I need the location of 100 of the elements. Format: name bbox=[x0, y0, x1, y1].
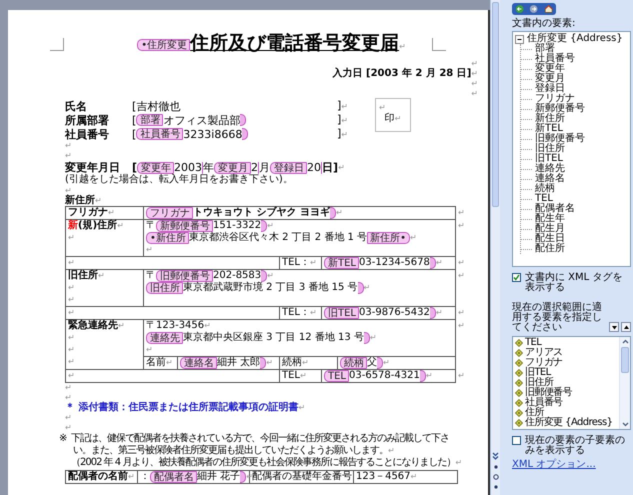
document-text: 月 bbox=[259, 161, 270, 174]
xml-start-tag: 旧郵便番号 bbox=[156, 270, 213, 282]
document-text: ] bbox=[337, 113, 342, 126]
element-list-item[interactable]: 旧郵便番号 bbox=[525, 388, 572, 398]
element-list[interactable]: TEL アリアス フリガナ 旧TEL 旧住所 旧郵便番号 社員番号 住所 住所変更 {Address} bbox=[512, 336, 631, 430]
document-text: 〒 bbox=[146, 220, 156, 231]
paragraph-mark: ↵ bbox=[65, 413, 72, 422]
xml-options-link[interactable]: XML オプション... bbox=[512, 460, 596, 470]
xml-end-tag-icon bbox=[430, 307, 436, 319]
move-up-button[interactable] bbox=[621, 322, 631, 332]
paragraph-mark: ↵ bbox=[68, 333, 75, 342]
dot-icon[interactable] bbox=[494, 465, 498, 469]
tree-item[interactable]: 配住所 bbox=[535, 243, 565, 254]
checkbox[interactable] bbox=[512, 436, 521, 445]
scroll-up-icon[interactable] bbox=[620, 337, 630, 346]
tree-item[interactable]: 続柄 bbox=[535, 183, 555, 194]
xml-start-tag: 登録日 bbox=[270, 162, 308, 174]
tree-item[interactable]: フリガナ bbox=[535, 93, 575, 104]
tree-item[interactable]: 連絡名 bbox=[535, 173, 565, 184]
double-chevron-icon[interactable] bbox=[492, 452, 499, 460]
element-list-item[interactable]: 社員番号 bbox=[525, 398, 563, 408]
document-text: 151-3322 bbox=[213, 220, 262, 231]
document-text: TEL bbox=[282, 370, 300, 381]
tree-item[interactable]: 変更月 bbox=[535, 73, 565, 84]
tree-item[interactable]: 配偶者名 bbox=[535, 203, 575, 214]
section-label: 現在の選択範囲に適用する要素を指定してください bbox=[512, 303, 603, 333]
tree-item[interactable]: TEL bbox=[535, 193, 553, 204]
scroll-thumb[interactable] bbox=[621, 347, 629, 373]
document-text: オフィス製品部 bbox=[163, 114, 240, 126]
tree-item[interactable]: 新住所 bbox=[535, 113, 565, 124]
paragraph-mark: ↵ bbox=[118, 321, 125, 330]
scrollbar[interactable] bbox=[490, 0, 500, 495]
tree-item[interactable]: 住所変更 {Address} bbox=[527, 34, 623, 44]
scrollbar[interactable] bbox=[619, 337, 630, 429]
paragraph-mark: ↵ bbox=[471, 59, 478, 68]
element-list-item[interactable]: 住所変更 {Address} bbox=[525, 418, 612, 428]
document-text: TEL： bbox=[282, 307, 310, 318]
tree-item[interactable]: 新TEL bbox=[535, 123, 563, 134]
tree-item[interactable]: 旧郵便番号 bbox=[535, 133, 585, 144]
tree-item[interactable]: 旧TEL bbox=[535, 153, 563, 164]
scroll-down-icon[interactable] bbox=[620, 420, 630, 429]
document-text: 配偶者の基礎年金番号 bbox=[252, 471, 352, 482]
document-text: 202-8583 bbox=[213, 270, 262, 281]
element-list-item[interactable]: フリガナ bbox=[525, 358, 563, 368]
paragraph-mark: ↵ bbox=[300, 371, 307, 380]
document-text: 03-9876-5432 bbox=[359, 307, 430, 318]
xml-end-tag-icon bbox=[260, 357, 266, 369]
xml-end-tag: 新住所• bbox=[367, 232, 410, 244]
xml-start-tag: 続柄 bbox=[340, 357, 367, 369]
tree-item[interactable]: 登録日 bbox=[535, 83, 565, 94]
xml-end-tag-icon bbox=[240, 114, 246, 126]
document-text: 続柄 bbox=[282, 357, 302, 368]
tree-item[interactable]: 連絡先 bbox=[535, 163, 565, 174]
paragraph-mark: ↵ bbox=[458, 308, 465, 316]
element-list-item[interactable]: アリアス bbox=[525, 348, 563, 358]
element-tree[interactable]: 住所変更 {Address} 部署 社員番号 変更年 変更月 登録日 フリガナ 新郵便番号 新住所 新TEL 旧郵便番号 旧住所 旧TEL 連絡先 連絡名 続柄 TEL 配偶者名 配生年 配生月 配生日 配住所 bbox=[512, 31, 631, 267]
paragraph-mark: ↵ bbox=[68, 283, 75, 292]
paragraph-mark: ↵ bbox=[117, 221, 124, 230]
document-text: ] bbox=[337, 127, 342, 140]
element-list-item[interactable]: TEL bbox=[525, 338, 542, 348]
element-list-item[interactable]: 住所 bbox=[525, 408, 544, 418]
element-icon bbox=[515, 419, 523, 427]
tree-item[interactable]: 社員番号 bbox=[535, 53, 575, 64]
tree-item[interactable]: 配生年 bbox=[535, 213, 565, 224]
paragraph-mark: ↵ bbox=[65, 423, 72, 432]
forward-icon[interactable] bbox=[529, 4, 539, 14]
xml-start-tag: 連絡先 bbox=[146, 332, 183, 344]
document-text: 20 bbox=[307, 161, 322, 174]
checkbox-label: 現在の要素の子要素のみを表示する bbox=[525, 436, 626, 456]
back-icon[interactable] bbox=[515, 4, 524, 14]
paragraph-mark: ↵ bbox=[388, 446, 394, 455]
xml-start-tag: 社員番号 bbox=[136, 128, 184, 140]
tree-item[interactable]: 部署 bbox=[535, 43, 555, 54]
element-list-item[interactable]: 旧住所 bbox=[525, 378, 554, 388]
tree-item[interactable]: 旧住所 bbox=[535, 143, 565, 154]
down-arrow-icon bbox=[612, 324, 616, 330]
tree-item[interactable]: 変更年 bbox=[535, 63, 565, 74]
circle-icon[interactable] bbox=[492, 474, 498, 480]
dot-icon[interactable] bbox=[494, 485, 498, 489]
element-list-item[interactable]: 旧TEL bbox=[525, 368, 551, 378]
scroll-thumb[interactable] bbox=[492, 2, 499, 207]
tree-item[interactable]: 配生日 bbox=[535, 233, 565, 244]
paragraph-mark: ↵ bbox=[166, 358, 173, 367]
field-label: 氏名 bbox=[65, 100, 88, 112]
xml-end-tag-icon bbox=[364, 332, 370, 344]
move-down-button[interactable] bbox=[609, 322, 619, 332]
document-text: ＊ 添付書類：住民票または住所票記載事項の証明書 bbox=[65, 402, 298, 413]
collapse-icon[interactable] bbox=[515, 34, 524, 44]
document-text: 年 bbox=[203, 161, 214, 174]
checkbox[interactable] bbox=[512, 273, 521, 282]
document-text: 東京都渋谷区代々木 2 丁目 2 番地 1 号 bbox=[188, 232, 368, 243]
document-text: 父 bbox=[367, 357, 377, 368]
document-text: 細井 太郎 bbox=[217, 357, 260, 368]
home-icon[interactable] bbox=[544, 4, 553, 14]
tree-item[interactable]: 配生月 bbox=[535, 223, 565, 234]
xml-end-tag-icon bbox=[261, 220, 268, 232]
document-text: 新住所 bbox=[65, 195, 95, 206]
paragraph-mark: ↵ bbox=[68, 345, 75, 354]
tree-item[interactable]: 新郵便番号 bbox=[535, 103, 585, 114]
paragraph-mark: ↵ bbox=[458, 208, 465, 216]
